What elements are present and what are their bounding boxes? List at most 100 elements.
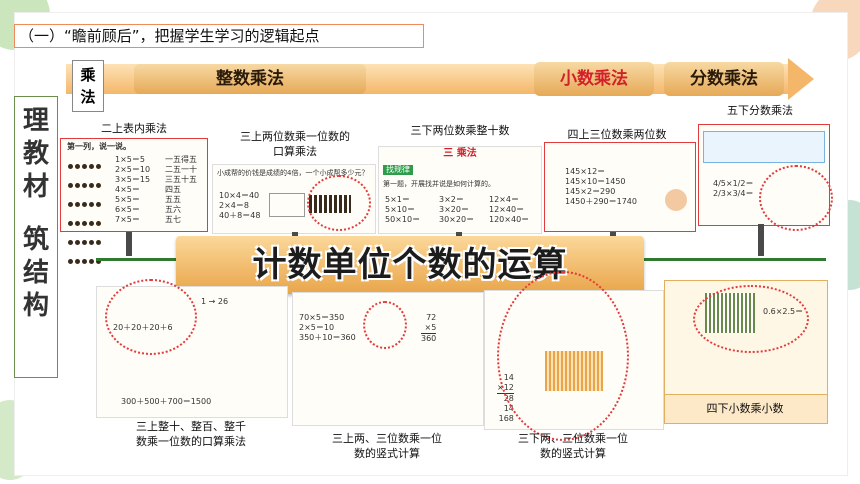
equation-col: 3×2＝ 3×20＝ 30×20＝ [439,195,474,225]
caption-bottom-mid2-2: 数的竖式计算 [540,447,606,460]
dot-array [67,155,105,269]
side-char: 理 [22,106,49,136]
equation: 145×12＝ [565,167,606,176]
equation-col: 12×4＝ 12×40＝ 120×40＝ [489,195,529,225]
equation: 30×20＝ [439,215,475,224]
equation: 350＋10＝360 [299,333,356,342]
equation: 300＋500＋700＝1500 [121,397,212,406]
caption-bottom-mid-2: 数的竖式计算 [354,447,420,460]
panel-grade3-oral: 小成帮的价钱是成绩的4倍，一个小成帮多少元？ 10×4＝40 2×4＝8 40＋… [212,164,376,234]
equation: 12×4＝ [489,195,519,204]
side-char: 材 [22,172,49,202]
caption-grade5-fraction: 五下分数乘法 [727,104,793,117]
equation: 3×5＝15 [115,175,151,184]
equation: 50×10＝ [385,215,421,224]
vertical-calc: 72 ×5 360 [421,313,437,344]
equation-list: 70×5＝350 2×5＝10 350＋10＝360 [299,313,356,343]
student-avatar [665,189,687,211]
equation-list: 145×12＝ 145×10＝1450 145×2＝290 1450＋290＝1… [565,167,637,207]
page-title: （一）“瞻前顾后”，把握学生学习的逻辑起点 [14,24,424,48]
panel-grade4-decimal: 0.6×2.5＝ [664,280,828,396]
equation: 1×5＝5 [115,155,145,164]
equation: 1450＋290＝1740 [565,197,637,206]
timeline-arrow-head [788,58,814,100]
equation: 120×40＝ [489,215,530,224]
highlight-circle [693,285,809,353]
rhyme-list: 一五得五 二五一十 三五十五 四五 五五 五六 五七 [165,155,197,225]
equation: 4/5×1/2＝ [713,179,754,188]
divider-line [644,258,826,261]
highlight-circle [497,271,629,441]
calc-line: 360 [421,334,437,343]
equation: 3×2＝ [439,195,464,204]
equation: 3×20＝ [439,205,469,214]
highlight-circle [363,301,407,349]
panel-grade2-table: 第一列，说一说。 1×5＝5 2×5＝10 3×5＝15 4×5＝ 5×5＝ 6… [60,138,208,264]
equation: 2×4＝8 [219,201,249,210]
side-char: 筑 [22,225,49,255]
equation: 145×10＝1450 [565,177,626,186]
caption-grade2: 二上表内乘法 [101,122,167,135]
tag: 找规律 [383,165,413,175]
side-char: 教 [22,139,49,169]
panel-grade3-two-digit: 14 ×12 28 14 168 [484,271,664,441]
equation: 4×5＝ [115,185,140,194]
multiplication-tag-text: 乘法 [80,66,96,106]
calc-line: ×5 [421,323,437,334]
caption-bottom-left-1: 三上整十、整百、整千 [136,420,246,433]
equation-list: 10×4＝40 2×4＝8 40＋8＝48 [219,191,260,221]
calc-table [269,193,305,217]
equation: 5×5＝ [115,195,140,204]
equation: 40＋8＝48 [219,211,261,220]
equation: 2×5＝10 [115,165,151,174]
divider-line [96,258,176,261]
caption-bottom-mid-1: 三上两、三位数乘一位 [332,432,442,445]
caption-grade3-oral-1: 三上两位数乘一位数的 [240,130,350,143]
decimal-multiplication-label: 小数乘法 [534,62,654,96]
instruction: 第一题，开展找并说是如何计算的。 [383,180,495,188]
equation: 6×5＝ [115,205,140,214]
caption-bottom-mid2-1: 三下两、三位数乘一位 [518,432,628,445]
panel-grade4-three-digit: 145×12＝ 145×10＝1450 145×2＝290 1450＋290＝1… [544,142,696,232]
highlight-circle [759,165,833,231]
multiplication-tag: 乘法 [72,60,104,112]
caption-grade3-tens: 三下两位数乘整十数 [410,124,510,137]
side-label: 理 教 材 筑 结 构 [14,96,58,378]
fraction-multiplication-label: 分数乘法 [664,62,784,96]
equation: 5×10＝ [385,205,415,214]
equation: 5×1＝ [385,195,410,204]
connector-arrow [126,232,132,256]
highlight-circle [307,175,371,231]
equation: 1 → 26 [201,297,229,306]
rhyme: 四五 [165,185,181,194]
equation-col: 5×1＝ 5×10＝ 50×10＝ [385,195,420,225]
side-char: 结 [22,258,49,288]
rhyme: 二五一十 [165,165,197,174]
equation: 20＋20＋20＋6 [113,323,173,332]
caption-grade4-decimal: 四下小数乘小数 [706,402,784,415]
equation: 7×5＝ [115,215,140,224]
equation: 2/3×3/4＝ [713,189,754,198]
equation: 2×5＝10 [299,323,335,332]
rhyme: 一五得五 [165,155,197,164]
calc-line: 72 [426,313,437,322]
caption-bottom-left-2: 数乘一位数的口算乘法 [136,435,246,448]
rhyme: 五六 [165,205,181,214]
equation-list: 1×5＝5 2×5＝10 3×5＝15 4×5＝ 5×5＝ 6×5＝ 7×5＝ [115,155,150,225]
equation: 12×40＝ [489,205,525,214]
rhyme: 三五十五 [165,175,197,184]
equation: 70×5＝350 [299,313,345,322]
panel-title: 第一列，说一说。 [67,142,131,151]
panel-grade3-tens: 三 乘法 找规律 第一题，开展找并说是如何计算的。 5×1＝ 5×10＝ 50×… [378,146,542,234]
calc-line: 168 [498,414,514,423]
caption-grade3-oral-2: 口算乘法 [273,145,317,158]
panel-grade5-fraction: 4/5×1/2＝ 2/3×3/4＝ [698,124,833,231]
highlight-circle [105,279,197,355]
side-char: 构 [22,291,49,321]
panel-grade3-vertical: 70×5＝350 2×5＝10 350＋10＝360 72 ×5 360 [292,292,484,426]
rhyme: 五七 [165,215,181,224]
equation: 145×2＝290 [565,187,616,196]
integer-multiplication-label: 整数乘法 [134,64,366,94]
caption-grade4-three-digit: 四上三位数乘两位数 [567,128,667,141]
connector-arrow [758,224,764,256]
